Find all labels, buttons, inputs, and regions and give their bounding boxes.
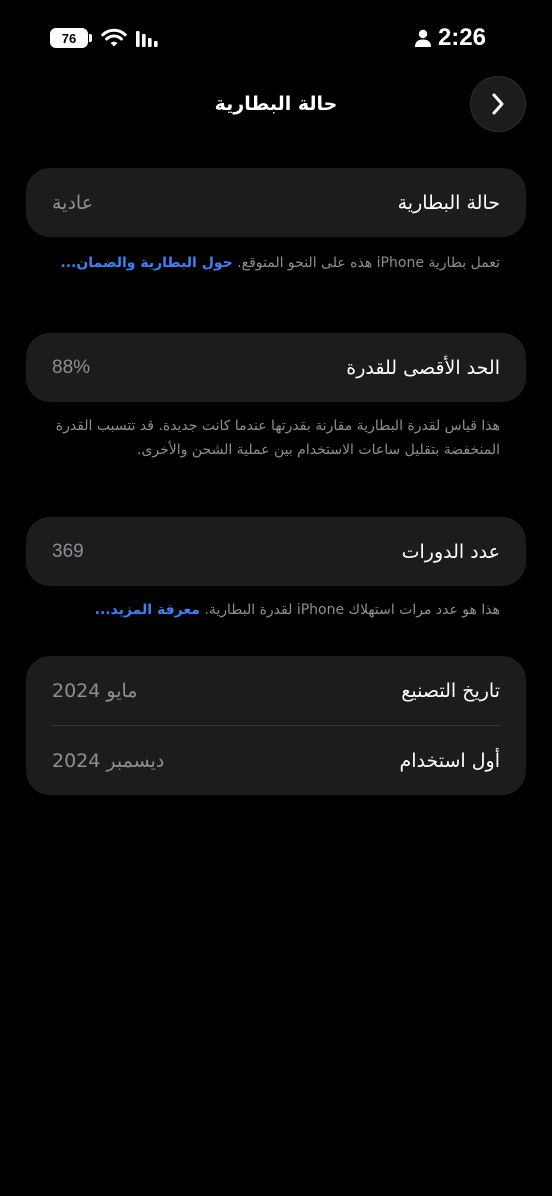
manufacture-date-value: مايو 2024 xyxy=(52,679,138,702)
first-use-label: أول استخدام xyxy=(399,749,500,772)
battery-condition-label: حالة البطارية xyxy=(397,191,500,214)
cycle-count-card: عدد الدورات 369 xyxy=(26,517,526,586)
manufacture-date-label: تاريخ التصنيع xyxy=(401,679,500,702)
wifi-icon xyxy=(101,28,127,47)
battery-condition-footnote: تعمل بطارية iPhone هذه على النحو المتوقع… xyxy=(52,251,500,275)
status-bar: 76 2:26 xyxy=(0,22,552,54)
learn-more-link[interactable]: معرفة المزيد... xyxy=(95,602,200,618)
cycle-count-row: عدد الدورات 369 xyxy=(26,517,526,586)
battery-condition-row: حالة البطارية عادية xyxy=(26,168,526,237)
maximum-capacity-row: الحد الأقصى للقدرة 88% xyxy=(26,333,526,402)
first-use-value: ديسمبر 2024 xyxy=(52,749,165,772)
battery-icon: 76 xyxy=(50,28,92,48)
dates-card: تاريخ التصنيع مايو 2024 أول استخدام ديسم… xyxy=(26,656,526,795)
manufacture-date-row: تاريخ التصنيع مايو 2024 xyxy=(26,656,526,725)
person-icon xyxy=(414,29,431,47)
maximum-capacity-card: الحد الأقصى للقدرة 88% xyxy=(26,333,526,402)
back-button[interactable] xyxy=(470,76,526,132)
chevron-right-icon xyxy=(492,93,504,115)
battery-condition-footnote-text: تعمل بطارية iPhone هذه على النحو المتوقع… xyxy=(232,255,500,271)
maximum-capacity-footnote-text: هذا قياس لقدرة البطارية مقارنة بقدرتها ع… xyxy=(55,418,500,458)
battery-warranty-link[interactable]: حول البطارية والضمان... xyxy=(60,255,232,271)
clock: 2:26 xyxy=(437,24,486,51)
cycle-count-value: 369 xyxy=(52,540,84,562)
maximum-capacity-value: 88% xyxy=(52,356,91,378)
cellular-signal-icon xyxy=(136,31,158,47)
battery-condition-value: عادية xyxy=(52,191,94,214)
status-left: 76 xyxy=(50,22,158,54)
status-right: 2:26 xyxy=(414,22,486,54)
navigation-bar: حالة البطارية xyxy=(0,76,552,132)
cycle-count-footnote-text: هذا هو عدد مرات استهلاك iPhone لقدرة الب… xyxy=(199,602,500,618)
battery-health-screen: 76 2:26 حالة البطارية حالة البطارية عادي… xyxy=(0,0,552,1196)
battery-level: 76 xyxy=(50,28,88,48)
battery-condition-card: حالة البطارية عادية xyxy=(26,168,526,237)
cycle-count-footnote: هذا هو عدد مرات استهلاك iPhone لقدرة الب… xyxy=(52,598,500,622)
first-use-row: أول استخدام ديسمبر 2024 xyxy=(26,726,526,795)
maximum-capacity-footnote: هذا قياس لقدرة البطارية مقارنة بقدرتها ع… xyxy=(52,414,500,462)
cycle-count-label: عدد الدورات xyxy=(401,540,500,563)
battery-cap xyxy=(89,34,92,42)
maximum-capacity-label: الحد الأقصى للقدرة xyxy=(346,356,500,379)
